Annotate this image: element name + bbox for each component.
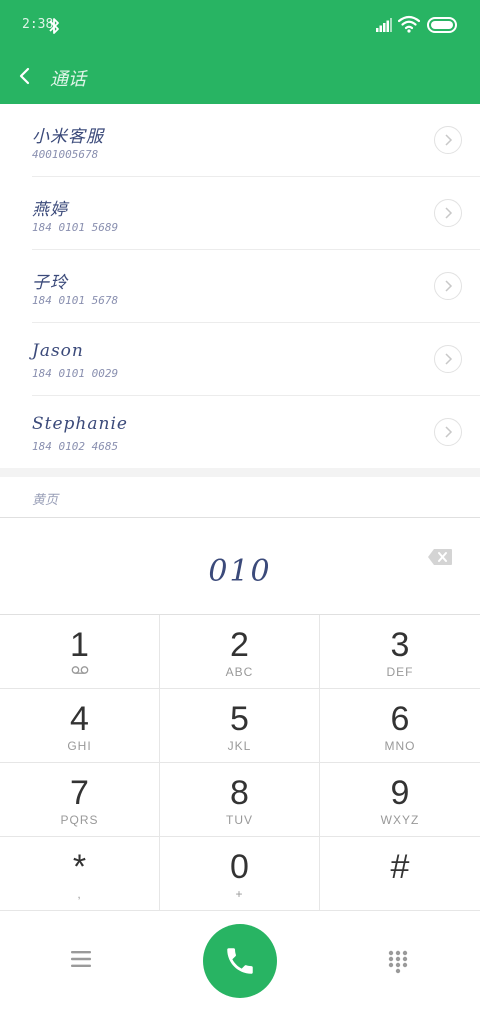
chevron-right-icon	[445, 134, 453, 146]
yellow-pages-link[interactable]: 黄页	[32, 489, 58, 508]
battery-icon	[427, 17, 457, 33]
key-letters: PQRS	[60, 813, 99, 827]
key-6[interactable]: 6 MNO	[320, 689, 480, 763]
dial-keypad: 1 2 ABC 3 DEF 4 GHI 5 JKL 6 MNO 7 PQRS 8…	[0, 614, 480, 911]
signal-icon	[376, 18, 392, 32]
contact-name: 燕婷	[32, 200, 68, 220]
key-star[interactable]: * ,	[0, 837, 160, 911]
key-digit: 0	[230, 848, 249, 886]
contact-detail-button[interactable]	[434, 272, 462, 300]
contact-suggestion-list: 小米客服 4001005678 燕婷 184 0101 5689 子玲 184 …	[0, 104, 480, 469]
contact-detail-button[interactable]	[434, 345, 462, 373]
chevron-right-icon	[445, 353, 453, 365]
key-1[interactable]: 1	[0, 615, 160, 689]
phone-icon	[227, 948, 253, 974]
voicemail-icon	[71, 666, 88, 674]
contact-name: Jason	[32, 341, 84, 361]
contact-detail-button[interactable]	[434, 418, 462, 446]
key-digit: 6	[390, 700, 410, 738]
contact-name: 小米客服	[32, 127, 104, 147]
key-letters: ,	[77, 887, 82, 901]
key-9[interactable]: 9 WXYZ	[320, 763, 480, 837]
menu-icon[interactable]	[70, 950, 92, 968]
key-4[interactable]: 4 GHI	[0, 689, 160, 763]
key-letters: TUV	[226, 813, 253, 827]
key-3[interactable]: 3 DEF	[320, 615, 480, 689]
dialed-number: 010	[208, 554, 272, 589]
key-digit: 4	[70, 700, 89, 738]
key-letters: WXYZ	[380, 813, 420, 827]
key-digit: *	[72, 848, 87, 886]
page-title: 通话	[50, 69, 86, 90]
key-letters: DEF	[386, 665, 414, 679]
section-divider	[0, 468, 480, 477]
chevron-right-icon	[445, 280, 453, 292]
contact-row[interactable]: 子玲 184 0101 5678	[0, 250, 480, 323]
dial-display: 010	[0, 518, 480, 614]
key-7[interactable]: 7 PQRS	[0, 763, 160, 837]
key-digit: 3	[390, 626, 410, 664]
key-digit: #	[390, 848, 410, 886]
key-digit: 7	[70, 774, 89, 812]
key-hash[interactable]: #	[320, 837, 480, 911]
contact-row[interactable]: 小米客服 4001005678	[0, 104, 480, 177]
keypad-icon[interactable]	[388, 950, 408, 974]
contact-name: 子玲	[32, 273, 68, 293]
contact-number: 4001005678	[32, 148, 99, 161]
contact-number: 184 0101 0029	[32, 367, 119, 380]
key-8[interactable]: 8 TUV	[160, 763, 320, 837]
wifi-icon	[398, 15, 420, 33]
bluetooth-icon	[49, 18, 59, 34]
back-chevron-icon[interactable]	[16, 64, 34, 88]
contact-detail-button[interactable]	[434, 199, 462, 227]
contact-number: 184 0102 4685	[32, 440, 119, 453]
key-letters: ABC	[225, 665, 254, 679]
contact-number: 184 0101 5678	[32, 294, 119, 307]
contact-detail-button[interactable]	[434, 126, 462, 154]
key-0[interactable]: 0 +	[160, 837, 320, 911]
contact-name: Stephanie	[32, 414, 128, 434]
contact-number: 184 0101 5689	[32, 221, 119, 234]
key-digit: 5	[230, 700, 249, 738]
call-button[interactable]	[203, 924, 277, 998]
key-2[interactable]: 2 ABC	[160, 615, 320, 689]
app-header: 2:38 通话	[0, 0, 480, 104]
key-5[interactable]: 5 JKL	[160, 689, 320, 763]
contact-row[interactable]: Stephanie 184 0102 4685	[0, 396, 480, 469]
key-letters: MNO	[384, 739, 416, 753]
chevron-right-icon	[445, 426, 453, 438]
bottom-action-bar	[0, 910, 480, 1013]
key-letters: JKL	[227, 739, 252, 753]
status-bar: 2:38	[0, 0, 480, 50]
backspace-icon[interactable]	[427, 548, 453, 566]
key-letters: GHI	[67, 739, 92, 753]
key-digit: 8	[230, 774, 249, 812]
key-digit: 2	[230, 626, 249, 664]
key-digit: 1	[70, 626, 89, 664]
key-letters: +	[235, 887, 244, 901]
chevron-right-icon	[445, 207, 453, 219]
contact-row[interactable]: 燕婷 184 0101 5689	[0, 177, 480, 250]
contact-row[interactable]: Jason 184 0101 0029	[0, 323, 480, 396]
key-digit: 9	[390, 774, 410, 812]
